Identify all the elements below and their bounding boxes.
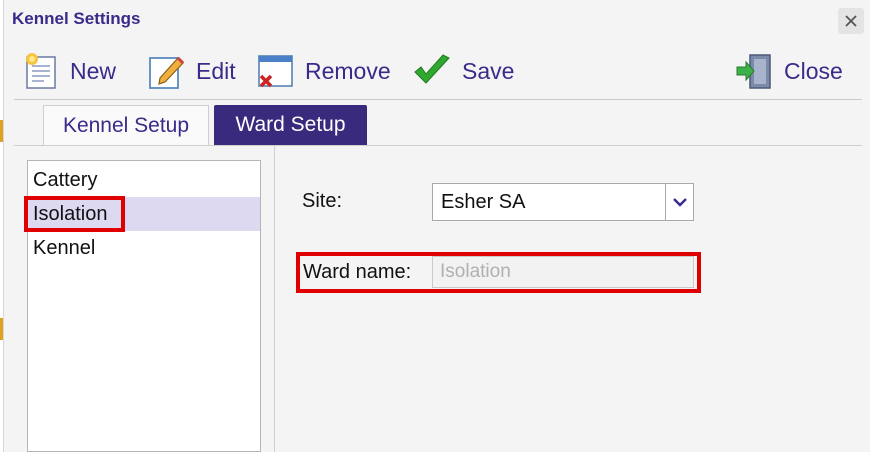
- remove-x-icon: [258, 55, 293, 88]
- save-button[interactable]: Save: [412, 50, 514, 92]
- chevron-down-icon: [672, 198, 687, 207]
- edge-marker: [0, 318, 3, 340]
- new-button[interactable]: New: [24, 50, 116, 92]
- close-button-label: Close: [784, 57, 843, 84]
- highlight-box: [24, 196, 125, 232]
- window-left-edge: [0, 0, 4, 452]
- remove-button[interactable]: Remove: [257, 50, 391, 92]
- save-button-label: Save: [462, 57, 515, 84]
- site-dropdown-toggle[interactable]: [665, 184, 693, 220]
- remove-button-label: Remove: [305, 57, 391, 84]
- site-label: Site:: [302, 190, 343, 212]
- highlight-box: [296, 252, 701, 293]
- edge-marker: [0, 120, 3, 142]
- close-button[interactable]: Close: [736, 50, 843, 92]
- tab-ward-setup[interactable]: Ward Setup: [214, 105, 367, 145]
- window-title: Kennel Settings: [12, 9, 141, 28]
- toolbar-divider: [14, 99, 862, 100]
- list-item-kennel[interactable]: Kennel: [28, 231, 260, 265]
- new-button-label: New: [70, 57, 117, 84]
- tab-kennel-setup[interactable]: Kennel Setup: [43, 105, 209, 145]
- window-close-button[interactable]: [838, 8, 864, 34]
- exit-door-icon: [736, 54, 771, 89]
- edit-pencil-icon: [149, 56, 185, 89]
- list-item-cattery[interactable]: Cattery: [28, 163, 260, 197]
- edit-button-label: Edit: [196, 57, 236, 84]
- kennel-settings-window: Kennel Settings New Edit Remove Save Clo…: [0, 0, 870, 452]
- new-document-icon: [26, 53, 56, 89]
- site-dropdown[interactable]: Esher SA: [432, 183, 694, 221]
- edit-button[interactable]: Edit: [148, 50, 236, 92]
- site-dropdown-value: Esher SA: [441, 190, 526, 213]
- close-icon: [845, 15, 857, 27]
- checkmark-icon: [414, 54, 450, 84]
